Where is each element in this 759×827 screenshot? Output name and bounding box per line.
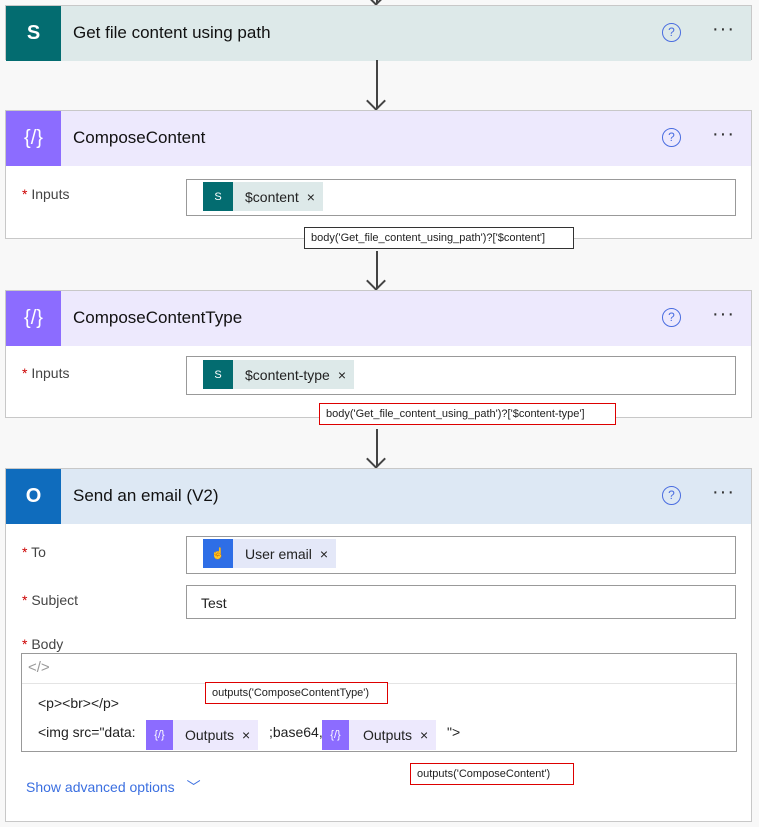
remove-token-icon[interactable]: × xyxy=(307,189,323,205)
compose-icon: {/} xyxy=(146,720,173,750)
remove-token-icon[interactable]: × xyxy=(242,727,258,743)
inputs-label: * Inputs xyxy=(22,365,70,381)
code-view-icon[interactable]: </> xyxy=(22,654,736,684)
inputs-field[interactable]: S $content × xyxy=(186,179,736,216)
compose-icon: {/} xyxy=(6,111,61,166)
chevron-down-icon: ﹀ xyxy=(186,779,201,795)
step-title: ComposeContent xyxy=(73,128,206,147)
subject-label: * Subject xyxy=(22,592,79,608)
compose-icon: {/} xyxy=(6,291,61,346)
body-text: ;base64, xyxy=(269,724,323,740)
more-options-icon[interactable]: ··· xyxy=(712,481,735,504)
more-options-icon[interactable]: ··· xyxy=(712,123,735,146)
step-title: Get file content using path xyxy=(73,23,271,42)
remove-token-icon[interactable]: × xyxy=(338,367,354,383)
help-icon[interactable]: ? xyxy=(662,486,681,505)
step-header[interactable]: S Get file content using path ? ··· xyxy=(6,6,751,61)
help-icon[interactable]: ? xyxy=(662,308,681,327)
connector-arrow xyxy=(376,0,378,4)
tooltip: outputs('ComposeContentType') xyxy=(205,682,388,704)
token-label: $content-type xyxy=(245,366,330,383)
tooltip: body('Get_file_content_using_path')?['$c… xyxy=(319,403,616,425)
body-text-line: <p><br></p> xyxy=(38,695,119,711)
remove-token-icon[interactable]: × xyxy=(320,546,336,562)
help-icon[interactable]: ? xyxy=(662,128,681,147)
outputs-token[interactable]: {/} Outputs × xyxy=(322,720,437,750)
body-text: "> xyxy=(447,724,461,740)
token-label: Outputs xyxy=(185,727,235,743)
step-send-email[interactable]: O Send an email (V2) ? ··· * To ☝ User e… xyxy=(5,468,752,822)
to-field[interactable]: ☝ User email × xyxy=(186,536,736,574)
token-label: Outputs xyxy=(363,727,413,743)
touch-icon: ☝ xyxy=(203,539,233,568)
step-header[interactable]: {/} ComposeContent ? ··· xyxy=(6,111,751,166)
remove-token-icon[interactable]: × xyxy=(420,727,436,743)
sharepoint-icon: S xyxy=(203,360,233,389)
outlook-icon: O xyxy=(6,469,61,524)
step-header[interactable]: {/} ComposeContentType ? ··· xyxy=(6,291,751,346)
token-label: $content xyxy=(245,188,299,205)
step-get-file-content[interactable]: S Get file content using path ? ··· xyxy=(5,5,752,61)
dynamic-token[interactable]: ☝ User email × xyxy=(203,539,337,568)
tooltip: outputs('ComposeContent') xyxy=(410,763,574,785)
show-advanced-options-link[interactable]: Show advanced options ﹀ xyxy=(26,777,201,797)
body-text-line: <img src="data: xyxy=(38,724,136,740)
tooltip: body('Get_file_content_using_path')?['$c… xyxy=(304,227,574,249)
to-label: * To xyxy=(22,544,46,560)
connector-arrow xyxy=(376,60,378,109)
inputs-label: * Inputs xyxy=(22,186,70,202)
subject-field[interactable]: Test xyxy=(186,585,736,619)
step-title: ComposeContentType xyxy=(73,308,243,327)
body-label: * Body xyxy=(22,636,64,652)
sharepoint-icon: S xyxy=(203,182,233,211)
more-options-icon[interactable]: ··· xyxy=(712,303,735,326)
token-label: User email xyxy=(245,545,312,562)
inputs-field[interactable]: S $content-type × xyxy=(186,356,736,395)
connector-arrow xyxy=(376,429,378,467)
help-icon[interactable]: ? xyxy=(662,23,681,42)
more-options-icon[interactable]: ··· xyxy=(712,18,735,41)
outputs-token[interactable]: {/} Outputs × xyxy=(146,720,259,750)
connector-arrow xyxy=(376,251,378,289)
sharepoint-icon: S xyxy=(6,6,61,61)
compose-icon: {/} xyxy=(322,720,349,750)
step-title: Send an email (V2) xyxy=(73,486,219,505)
dynamic-token[interactable]: S $content × xyxy=(203,182,323,211)
step-header[interactable]: O Send an email (V2) ? ··· xyxy=(6,469,751,524)
dynamic-token[interactable]: S $content-type × xyxy=(203,360,355,389)
step-compose-content-type[interactable]: {/} ComposeContentType ? ··· * Inputs S … xyxy=(5,290,752,418)
step-compose-content[interactable]: {/} ComposeContent ? ··· * Inputs S $con… xyxy=(5,110,752,239)
